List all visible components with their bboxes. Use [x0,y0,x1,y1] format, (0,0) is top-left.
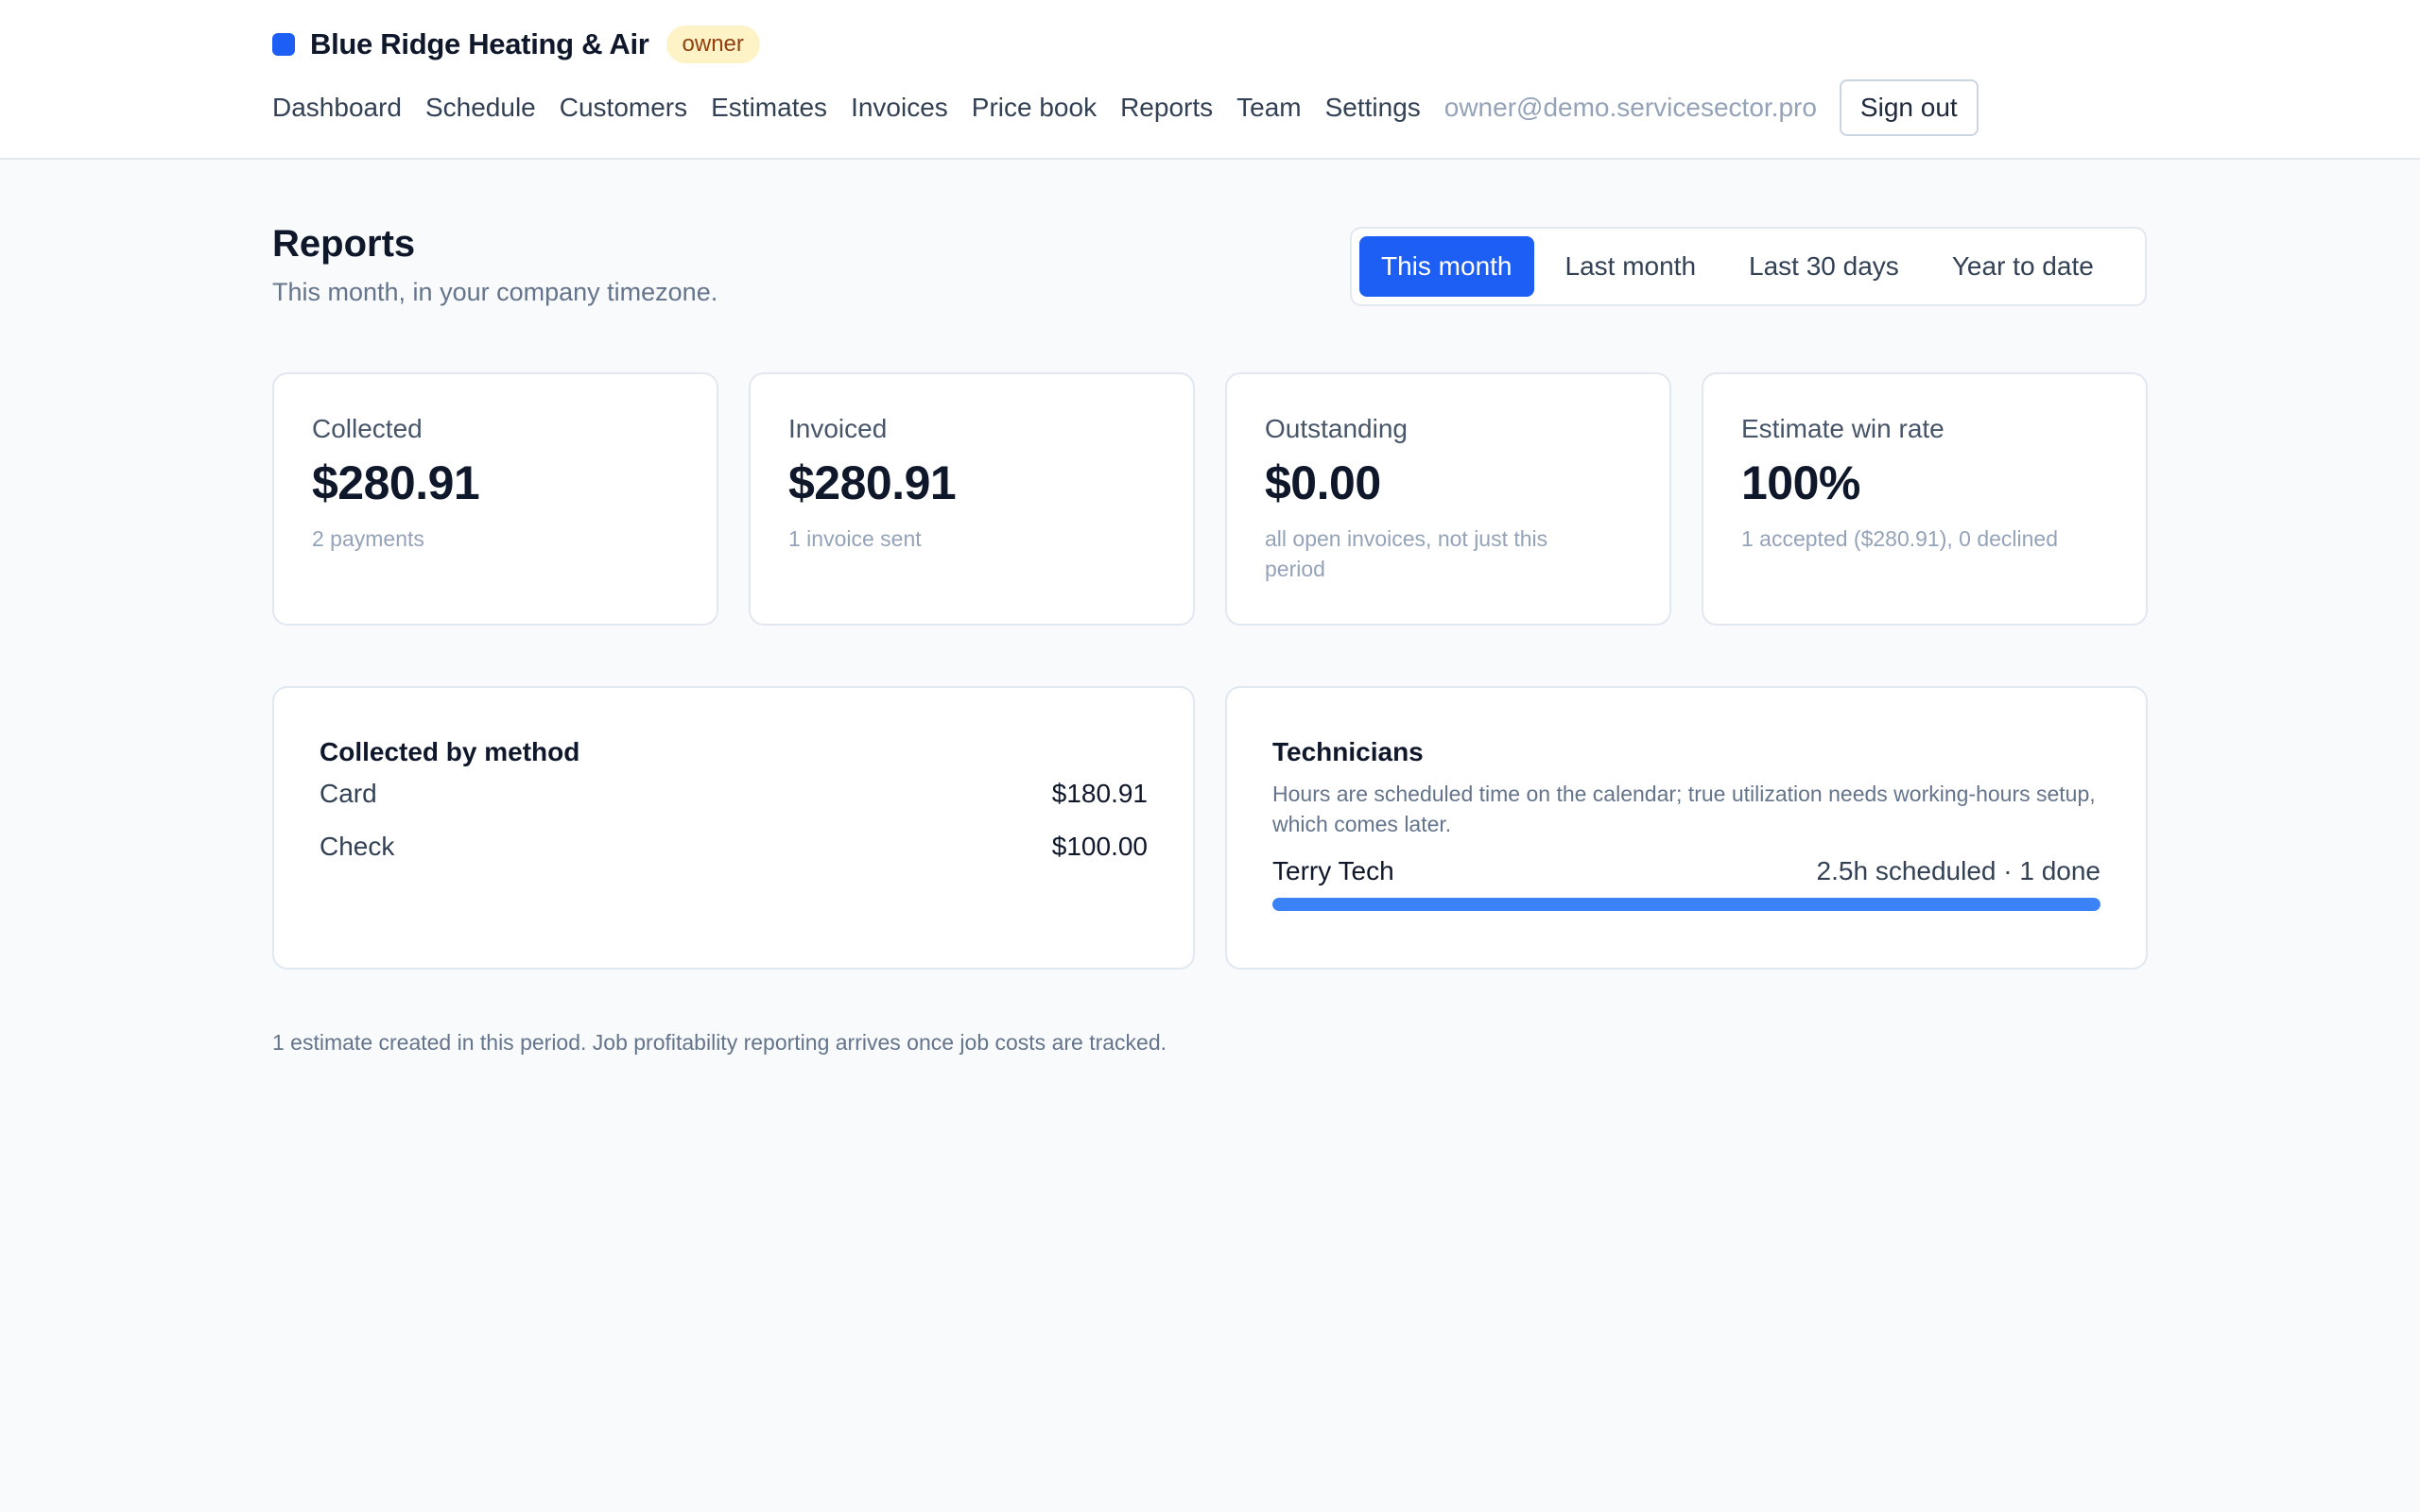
user-email: owner@demo.servicesector.pro [1443,93,1817,122]
range-this-month[interactable]: This month [1359,236,1534,297]
main-nav: Dashboard Schedule Customers Estimates I… [272,79,1979,136]
nav-invoices[interactable]: Invoices [851,93,948,123]
stat-card-invoiced: Invoiced $280.91 1 invoice sent [749,372,1195,626]
technician-name: Terry Tech [1272,856,1394,885]
footnote: 1 estimate created in this period. Job p… [272,1030,1167,1055]
technician-row: Terry Tech 2.5h scheduled · 1 done [1272,856,2100,886]
stat-label: Outstanding [1265,414,1408,443]
nav-estimates[interactable]: Estimates [711,93,827,123]
utilization-bar [1272,898,2100,911]
role-badge: owner [666,26,760,63]
stat-note: 2 payments [312,526,424,551]
panel-description: Hours are scheduled time on the calendar… [1272,782,2096,836]
stat-note: 1 invoice sent [788,526,922,551]
panel-title: Technicians [1272,737,1424,766]
utilization-bar-fill [1272,898,2100,911]
date-range-selector: This month Last month Last 30 days Year … [1350,227,2147,306]
method-name: Check [320,832,395,861]
method-row-check: Check $100.00 [320,820,1148,873]
stat-note: 1 accepted ($280.91), 0 declined [1741,526,2059,551]
stat-note: all open invoices, not just this period [1265,526,1548,581]
page-title: Reports [272,223,416,265]
stat-value: $280.91 [788,456,957,509]
technician-summary: 2.5h scheduled · 1 done [1816,856,2100,885]
nav-settings[interactable]: Settings [1325,93,1421,123]
nav-dashboard[interactable]: Dashboard [272,93,402,123]
method-row-card: Card $180.91 [320,767,1148,820]
nav-customers[interactable]: Customers [560,93,687,123]
page-subtitle: This month, in your company timezone. [272,278,718,306]
stat-value: $0.00 [1265,456,1381,509]
range-last-month[interactable]: Last month [1544,236,1719,297]
sign-out-button[interactable]: Sign out [1839,79,1979,136]
method-amount: $100.00 [1051,832,1148,861]
nav-team[interactable]: Team [1236,93,1301,123]
nav-reports[interactable]: Reports [1120,93,1213,123]
range-year-to-date[interactable]: Year to date [1930,236,2116,297]
brand: Blue Ridge Heating & Air owner [272,25,760,64]
stat-card-estimate-win-rate: Estimate win rate 100% 1 accepted ($280.… [1702,372,2148,626]
stat-card-outstanding: Outstanding $0.00 all open invoices, not… [1225,372,1671,626]
method-name: Card [320,779,377,808]
collected-by-method-panel: Collected by method Card $180.91 Check $… [272,686,1195,970]
method-amount: $180.91 [1051,779,1148,808]
range-last-30-days[interactable]: Last 30 days [1727,236,1921,297]
stat-value: $280.91 [312,456,480,509]
company-name: Blue Ridge Heating & Air [310,27,649,60]
technicians-panel: Technicians Hours are scheduled time on … [1225,686,2148,970]
stat-label: Estimate win rate [1741,414,1945,443]
top-header: Blue Ridge Heating & Air owner Dashboard… [0,0,2420,160]
panel-title: Collected by method [320,737,580,766]
nav-price-book[interactable]: Price book [972,93,1097,123]
nav-schedule[interactable]: Schedule [425,93,536,123]
brand-logo-icon [272,33,295,56]
stat-card-collected: Collected $280.91 2 payments [272,372,718,626]
stat-label: Collected [312,414,423,443]
stat-label: Invoiced [788,414,888,443]
stat-value: 100% [1741,456,1860,509]
